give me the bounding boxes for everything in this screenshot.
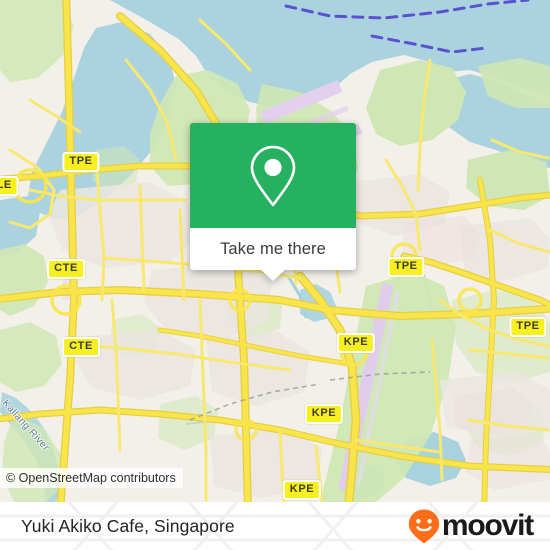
moovit-logo[interactable]: moovit: [407, 508, 534, 544]
moovit-map-page: LE TPE CTE CTE TPE TPE KPE KPE KPE Kalla…: [0, 0, 550, 550]
road-shield-cte-lower: CTE: [62, 337, 100, 357]
attribution-text: © OpenStreetMap contributors: [6, 471, 176, 485]
page-title: Yuki Akiko Cafe, Singapore: [21, 515, 235, 536]
moovit-wordmark: moovit: [441, 509, 534, 542]
road-shield-kpe-upper: KPE: [336, 333, 376, 353]
map-canvas[interactable]: LE TPE CTE CTE TPE TPE KPE KPE KPE Kalla…: [0, 0, 550, 502]
moovit-smiley-pin-icon: [408, 509, 440, 544]
location-popup-card[interactable]: Take me there: [190, 123, 356, 281]
road-shield-tpe-east: TPE: [509, 317, 547, 337]
road-shield-cte-upper: CTE: [47, 259, 85, 279]
road-shield-kpe-lower: KPE: [282, 480, 322, 500]
map-attribution[interactable]: © OpenStreetMap contributors: [0, 468, 183, 488]
road-shield-tpe-ne: TPE: [387, 257, 425, 277]
bottom-bar: Yuki Akiko Cafe, Singapore moovit: [0, 502, 550, 550]
take-me-there-button[interactable]: Take me there: [190, 228, 356, 281]
road-shield-kpe-mid: KPE: [304, 404, 344, 424]
take-me-there-label: Take me there: [220, 239, 326, 258]
road-shield-tpe-nw: TPE: [62, 152, 100, 172]
road-shield-le: LE: [0, 176, 19, 196]
popup-tail: [260, 269, 286, 281]
location-pin-icon: [250, 145, 296, 206]
popup-pin-area: [190, 123, 356, 228]
